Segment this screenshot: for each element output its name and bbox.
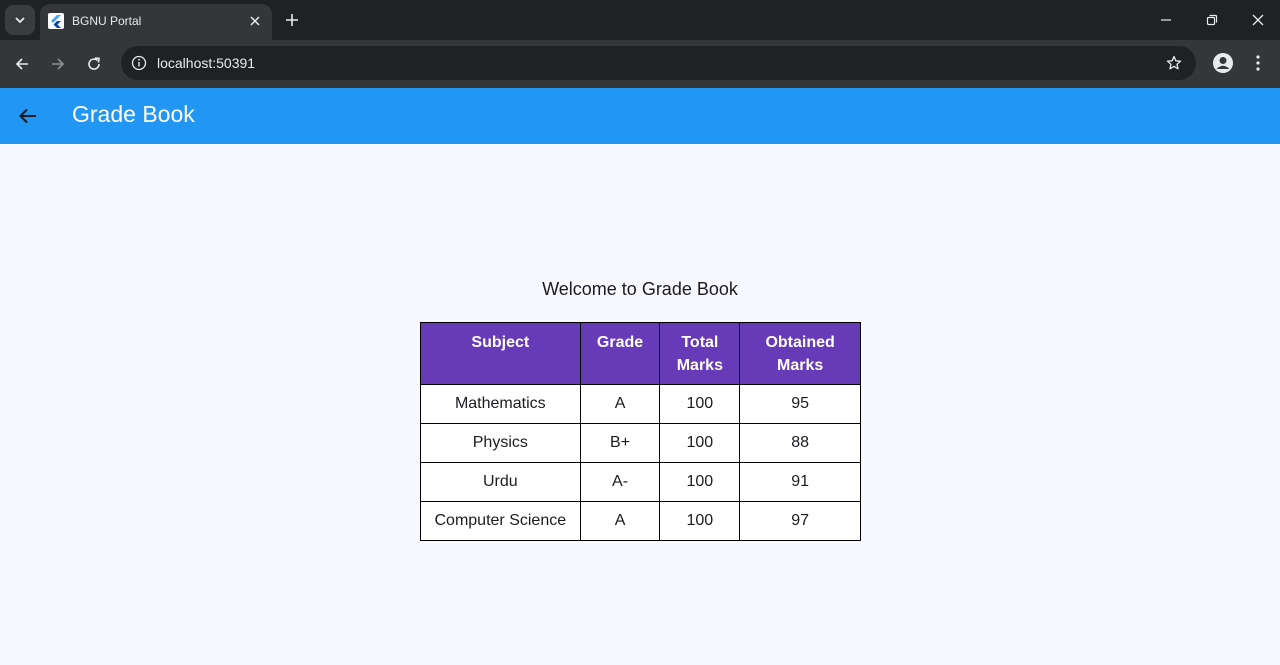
cell-subject: Computer Science [420,501,581,541]
arrow-right-icon [52,58,65,70]
page-title: Grade Book [72,101,195,127]
header-obtained-marks: Obtained Marks [739,322,861,385]
star-icon [1166,55,1182,70]
tab-title: BGNU Portal [72,14,142,28]
arrow-left-icon [15,58,28,70]
table-row: Urdu A- 100 91 [420,462,861,502]
flutter-favicon-icon [48,13,64,29]
reload-icon [88,57,100,70]
header-total-marks: Total Marks [659,322,741,385]
site-info-button[interactable] [129,53,149,73]
cell-grade: A [579,501,661,541]
header-grade: Grade [579,322,661,385]
browser-tabstrip: BGNU Portal [0,0,1280,40]
forward-nav-button[interactable] [44,50,72,78]
cell-subject: Physics [420,423,581,463]
arrow-back-icon [19,108,36,124]
profile-button[interactable] [1210,50,1236,76]
tab-search-button[interactable] [5,5,35,35]
avatar-icon [1213,53,1233,73]
chevron-down-icon [15,17,25,24]
back-nav-button[interactable] [8,50,36,78]
cell-total-marks: 100 [659,423,741,463]
minimize-icon [1161,19,1171,21]
header-subject: Subject [420,322,581,385]
more-vert-icon [1256,55,1260,71]
close-window-button[interactable] [1235,0,1280,40]
cell-obtained-marks: 88 [739,423,861,463]
tab-close-button[interactable] [246,12,264,30]
restore-button[interactable] [1189,0,1235,40]
address-bar[interactable]: localhost:50391 [121,46,1196,80]
app-bar: Grade Book [0,88,1280,144]
grade-table: Subject Grade Total Marks Obtained Marks M… [420,322,861,541]
cell-total-marks: 100 [659,384,741,424]
browser-tab[interactable]: BGNU Portal [40,4,272,40]
cell-grade: B+ [579,423,661,463]
reload-button[interactable] [80,50,108,78]
restore-icon [1206,14,1218,26]
cell-obtained-marks: 95 [739,384,861,424]
close-icon [1252,14,1264,26]
cell-total-marks: 100 [659,501,741,541]
close-icon [250,16,260,26]
cell-subject: Mathematics [420,384,581,424]
back-button[interactable] [12,100,44,132]
table-header-row: Subject Grade Total Marks Obtained Marks [420,322,861,385]
table-row: Physics B+ 100 88 [420,423,861,463]
url-text[interactable]: localhost:50391 [157,55,255,71]
browser-menu-button[interactable] [1248,50,1268,76]
bookmark-button[interactable] [1164,53,1184,73]
browser-toolbar: localhost:50391 [0,40,1280,88]
table-row: Mathematics A 100 95 [420,384,861,424]
welcome-text: Welcome to Grade Book [542,279,738,299]
minimize-button[interactable] [1143,0,1189,40]
cell-total-marks: 100 [659,462,741,502]
cell-grade: A [579,384,661,424]
cell-obtained-marks: 91 [739,462,861,502]
cell-grade: A- [579,462,661,502]
info-icon [131,55,147,71]
new-tab-button[interactable] [280,8,304,32]
cell-subject: Urdu [420,462,581,502]
cell-obtained-marks: 97 [739,501,861,541]
table-row: Computer Science A 100 97 [420,501,861,541]
plus-icon [286,14,298,26]
